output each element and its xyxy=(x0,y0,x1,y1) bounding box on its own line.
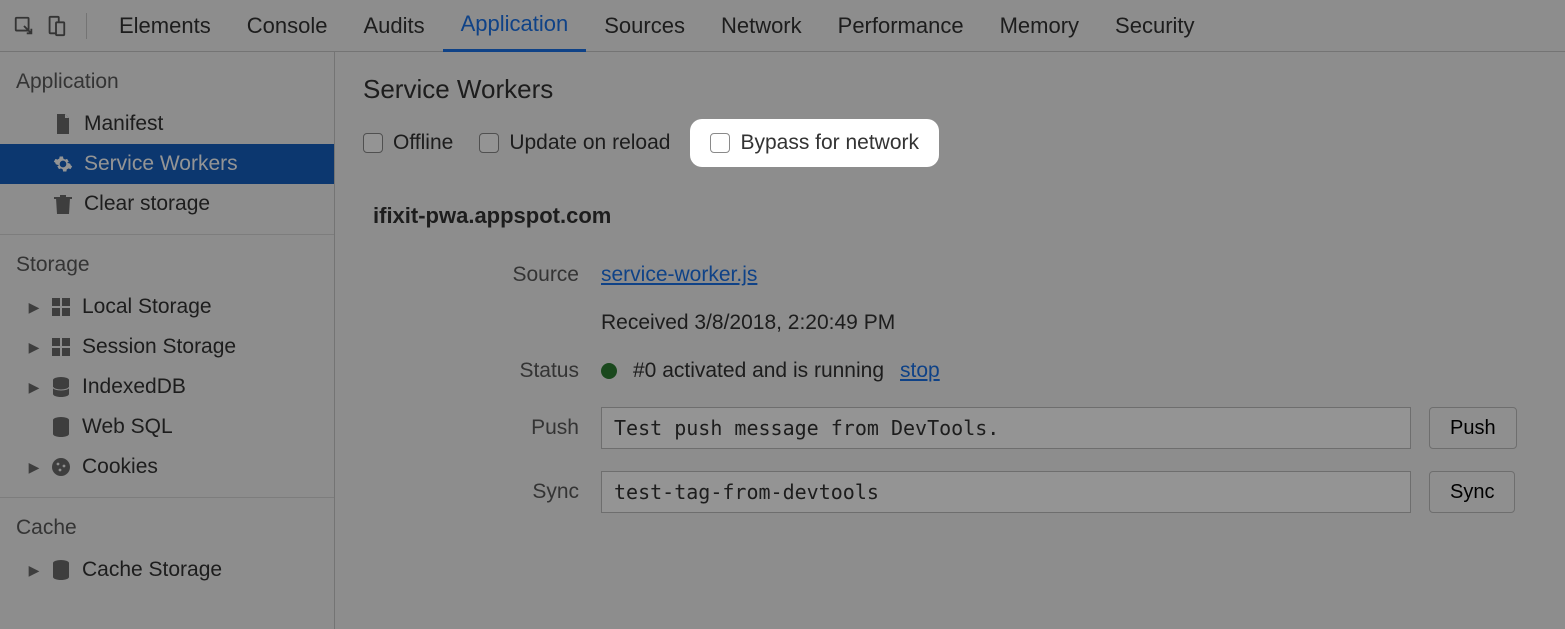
grid-icon xyxy=(50,338,72,356)
database-icon xyxy=(50,417,72,437)
stop-link[interactable]: stop xyxy=(900,359,940,383)
tabbar-divider xyxy=(86,13,87,39)
sidebar-item-service-workers[interactable]: Service Workers xyxy=(0,144,334,184)
sidebar-section-application: Application xyxy=(0,52,334,104)
sync-label: Sync xyxy=(363,480,601,504)
update-on-reload-checkbox[interactable]: Update on reload xyxy=(479,131,670,155)
device-toggle-icon[interactable] xyxy=(40,10,72,42)
tab-application[interactable]: Application xyxy=(443,0,587,52)
sidebar-item-label: Manifest xyxy=(84,112,163,136)
sidebar-item-web-sql[interactable]: ▶ Web SQL xyxy=(0,407,334,447)
status-dot-icon xyxy=(601,363,617,379)
service-worker-origin: ifixit-pwa.appspot.com xyxy=(373,203,1565,229)
sidebar-item-manifest[interactable]: Manifest xyxy=(0,104,334,144)
checkbox-label: Offline xyxy=(393,131,453,155)
sidebar-item-label: Local Storage xyxy=(82,295,212,319)
sidebar-item-label: Web SQL xyxy=(82,415,173,439)
application-sidebar: Application Manifest Service Workers Cle… xyxy=(0,52,335,629)
tab-performance[interactable]: Performance xyxy=(820,0,982,52)
sidebar-item-label: Service Workers xyxy=(84,152,238,176)
service-workers-pane: Service Workers Offline Update on reload… xyxy=(335,52,1565,629)
received-timestamp: Received 3/8/2018, 2:20:49 PM xyxy=(601,311,895,335)
inspect-element-icon[interactable] xyxy=(8,10,40,42)
sidebar-item-session-storage[interactable]: ▶ Session Storage xyxy=(0,327,334,367)
sidebar-item-cache-storage[interactable]: ▶ Cache Storage xyxy=(0,550,334,590)
expand-triangle-icon: ▶ xyxy=(28,299,40,316)
tab-security[interactable]: Security xyxy=(1097,0,1212,52)
sidebar-item-clear-storage[interactable]: Clear storage xyxy=(0,184,334,224)
sync-input[interactable] xyxy=(601,471,1411,513)
checkbox-icon xyxy=(363,133,383,153)
database-icon xyxy=(50,377,72,397)
source-label: Source xyxy=(363,263,601,287)
sidebar-item-cookies[interactable]: ▶ Cookies xyxy=(0,447,334,487)
checkbox-label: Update on reload xyxy=(509,131,670,155)
push-label: Push xyxy=(363,416,601,440)
expand-triangle-icon: ▶ xyxy=(28,562,40,579)
tab-network[interactable]: Network xyxy=(703,0,820,52)
devtools-tabbar: Elements Console Audits Application Sour… xyxy=(0,0,1565,52)
tab-elements[interactable]: Elements xyxy=(101,0,229,52)
expand-triangle-icon: ▶ xyxy=(28,459,40,476)
sync-button[interactable]: Sync xyxy=(1429,471,1515,513)
sidebar-item-indexeddb[interactable]: ▶ IndexedDB xyxy=(0,367,334,407)
trash-icon xyxy=(52,194,74,214)
sidebar-item-label: Cookies xyxy=(82,455,158,479)
source-link[interactable]: service-worker.js xyxy=(601,263,757,287)
tab-sources[interactable]: Sources xyxy=(586,0,703,52)
status-text: #0 activated and is running xyxy=(633,359,884,383)
grid-icon xyxy=(50,298,72,316)
expand-triangle-icon: ▶ xyxy=(28,379,40,396)
database-icon xyxy=(50,560,72,580)
sidebar-item-label: IndexedDB xyxy=(82,375,186,399)
cookie-icon xyxy=(50,457,72,477)
sidebar-section-storage: Storage xyxy=(0,235,334,287)
tab-audits[interactable]: Audits xyxy=(345,0,442,52)
sidebar-item-label: Clear storage xyxy=(84,192,210,216)
file-icon xyxy=(52,114,74,134)
push-input[interactable] xyxy=(601,407,1411,449)
bypass-for-network-checkbox[interactable]: Bypass for network xyxy=(696,125,933,161)
gear-icon xyxy=(52,154,74,174)
checkbox-icon xyxy=(710,133,730,153)
sidebar-item-label: Session Storage xyxy=(82,335,236,359)
checkbox-icon xyxy=(479,133,499,153)
sidebar-item-label: Cache Storage xyxy=(82,558,222,582)
offline-checkbox[interactable]: Offline xyxy=(363,131,453,155)
service-worker-options: Offline Update on reload Bypass for netw… xyxy=(363,125,1565,161)
tab-memory[interactable]: Memory xyxy=(982,0,1097,52)
push-button[interactable]: Push xyxy=(1429,407,1517,449)
expand-triangle-icon: ▶ xyxy=(28,339,40,356)
pane-title: Service Workers xyxy=(363,74,1565,105)
tab-console[interactable]: Console xyxy=(229,0,346,52)
status-label: Status xyxy=(363,359,601,383)
checkbox-label: Bypass for network xyxy=(740,131,919,155)
sidebar-section-cache: Cache xyxy=(0,498,334,550)
sidebar-item-local-storage[interactable]: ▶ Local Storage xyxy=(0,287,334,327)
